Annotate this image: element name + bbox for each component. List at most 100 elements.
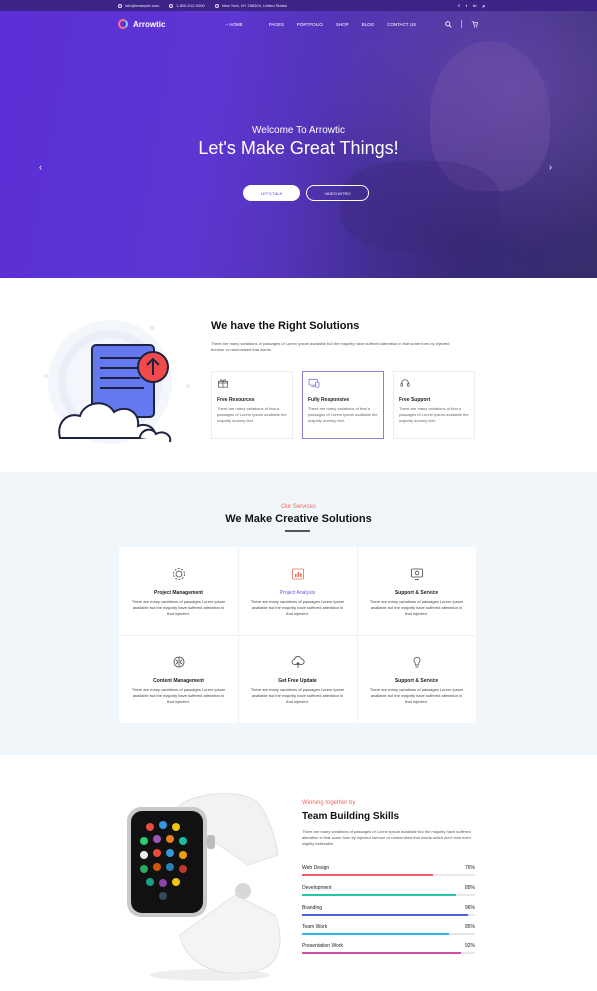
bulb-icon (413, 657, 420, 668)
feature-card-free-resources[interactable]: Free Resources There are many variations… (211, 371, 293, 439)
service-card-support-service[interactable]: Support & Service There are many variati… (357, 547, 476, 635)
phone-info[interactable]: 1-800-012-0000 (169, 3, 205, 8)
nav-item-portfolio[interactable]: PORTFOLIO (297, 22, 323, 27)
smartwatch-image (127, 793, 281, 981)
facebook-icon[interactable]: f (458, 3, 459, 8)
skill-label: Branding (302, 905, 323, 911)
skill-value: 96% (464, 905, 475, 911)
service-title: Project Management (154, 590, 203, 596)
progress-fill (302, 933, 450, 935)
progress-fill (302, 914, 469, 916)
service-card-content-management[interactable]: Content Management There are many variat… (119, 635, 238, 723)
progress-track (302, 952, 475, 954)
gear-icon (172, 568, 185, 580)
hero-subtitle: Welcome To Arrowtic (252, 125, 345, 136)
service-card-get-free-update[interactable]: Get Free Update There are many variation… (238, 635, 357, 723)
nav-menu: – HOME PAGES PORTFOLIO SHOP BLOG CONTACT… (225, 22, 429, 27)
service-card-project-analysis[interactable]: Project Analysis There are many variatio… (238, 547, 357, 635)
feature-text: There are many variations of that a pass… (308, 406, 378, 423)
services-title: We Make Creative Solutions (225, 513, 372, 525)
service-card-support-service-2[interactable]: Support & Service There are many variati… (357, 635, 476, 723)
service-title: Support & Service (394, 678, 439, 684)
skill-label: Web Design (302, 865, 330, 871)
feature-card-free-support[interactable]: Free Support There are many variations o… (393, 371, 475, 439)
site-logo[interactable]: Arrowtic (118, 19, 165, 29)
slider-prev-icon[interactable]: ‹ (39, 162, 42, 172)
monitor-icon (410, 568, 423, 580)
social-links: f t in p (458, 3, 485, 8)
services-subtitle: Our Services (281, 504, 316, 510)
skill-label: Presentation Work (302, 943, 344, 949)
progress-fill (302, 952, 462, 954)
skill-value: 76% (464, 865, 475, 871)
gift-icon (218, 379, 228, 388)
nav-item-home[interactable]: – HOME (225, 22, 255, 27)
top-bar: info@example.com 1-800-012-0000 New York… (0, 0, 597, 11)
service-text: There are many variations of passages Lo… (250, 687, 345, 704)
service-card-project-management[interactable]: Project Management There are many variat… (119, 547, 238, 635)
service-text: There are many variations of passages Lo… (250, 599, 345, 616)
devices-icon (308, 378, 320, 388)
email-info[interactable]: info@example.com (118, 3, 159, 8)
services-section: Our Services We Make Creative Solutions … (0, 472, 597, 755)
pinterest-icon[interactable]: p (483, 3, 485, 8)
brain-icon (173, 656, 184, 668)
feature-text: There are many variations of that a pass… (399, 406, 469, 423)
feature-title: Free Support (399, 397, 431, 403)
headset-icon (400, 379, 410, 387)
skill-presentation-work: Presentation Work 92% (302, 943, 475, 954)
address-info: New York, NY 256304, United States (214, 3, 287, 8)
instagram-icon[interactable]: in (473, 3, 477, 8)
skills-title: Team Building Skills (302, 811, 400, 822)
location-icon (214, 3, 219, 8)
hero-banner: Welcome To Arrowtic Let's Make Great Thi… (0, 11, 597, 278)
nav-divider (461, 20, 462, 28)
skill-team-work: Team Work 85% (302, 924, 475, 935)
progress-track (302, 874, 475, 876)
nav-item-pages[interactable]: PAGES (269, 22, 284, 27)
solutions-title: We have the Right Solutions (211, 320, 360, 332)
hero-photo-desk (340, 161, 500, 251)
phone-icon (169, 3, 174, 8)
nav-item-contact[interactable]: CONTACT US (387, 22, 416, 27)
skill-value: 89% (464, 885, 475, 891)
service-text: There are many variations of passages Lo… (131, 599, 226, 616)
nav-item-label: HOME (229, 21, 243, 27)
main-navigation: Arrowtic – HOME PAGES PORTFOLIO SHOP BLO… (118, 17, 478, 31)
services-grid: Project Management There are many variat… (119, 547, 476, 723)
progress-track (302, 933, 475, 935)
skill-value: 92% (464, 943, 475, 949)
progress-track (302, 894, 475, 896)
service-title: Content Management (153, 678, 204, 684)
slider-next-icon[interactable]: › (549, 162, 552, 172)
twitter-icon[interactable]: t (466, 3, 467, 8)
service-title: Get Free Update (278, 678, 317, 684)
service-title: Support & Service (394, 590, 439, 596)
skill-label: Team Work (302, 924, 328, 930)
feature-text: There are many variations of that a pass… (217, 406, 287, 423)
chart-icon (291, 568, 304, 580)
title-underline (285, 530, 310, 532)
feature-card-fully-responsive[interactable]: Fully Responsive There are many variatio… (302, 371, 384, 439)
lets-talk-button[interactable]: LET'S TALK (243, 185, 300, 201)
service-text: There are many variations of passages Lo… (131, 687, 226, 704)
solutions-text: There are many variations of passages of… (211, 341, 450, 352)
cloud-icon (291, 656, 305, 668)
nav-item-shop[interactable]: SHOP (336, 22, 349, 27)
skill-development: Development 89% (302, 885, 475, 896)
video-intro-button[interactable]: VIDEO INTRO (306, 185, 369, 201)
service-text: There are many variations of passages Lo… (369, 687, 464, 704)
skill-branding: Branding 96% (302, 905, 475, 916)
logo-text: Arrowtic (133, 19, 166, 29)
page: info@example.com 1-800-012-0000 New York… (0, 0, 597, 991)
solutions-illustration (44, 320, 190, 444)
nav-tools (445, 20, 478, 28)
progress-fill (302, 894, 456, 896)
search-icon[interactable] (445, 20, 453, 28)
feature-title: Fully Responsive (308, 397, 350, 403)
nav-item-blog[interactable]: BLOG (362, 22, 375, 27)
cart-icon[interactable] (471, 20, 478, 28)
phone-text: 1-800-012-0000 (176, 3, 205, 8)
skill-web-design: Web Design 76% (302, 865, 475, 876)
skill-value: 85% (464, 924, 475, 930)
